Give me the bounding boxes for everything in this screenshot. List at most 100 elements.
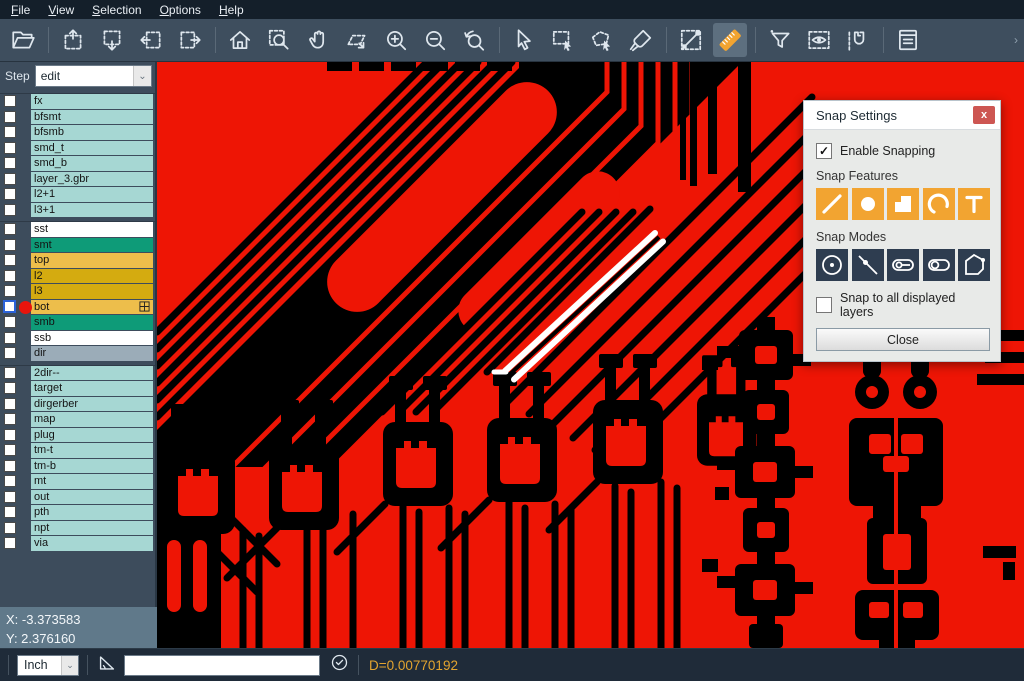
snap-pad-button[interactable] xyxy=(852,188,884,220)
drag-view-button[interactable] xyxy=(340,23,374,57)
layer-name[interactable]: layer_3.gbr xyxy=(31,172,153,187)
angle-mode-button[interactable] xyxy=(96,652,118,679)
select-polygon-button[interactable] xyxy=(585,23,619,57)
layer-visibility-checkbox[interactable] xyxy=(4,413,16,425)
layer-name[interactable]: l2+1 xyxy=(31,187,153,202)
layer-visibility-checkbox[interactable] xyxy=(4,475,16,487)
ruler-button[interactable] xyxy=(713,23,747,57)
layer-name[interactable]: map xyxy=(31,412,153,427)
layer-visibility-checkbox[interactable] xyxy=(4,285,16,297)
snap-surface-button[interactable] xyxy=(887,188,919,220)
layer-visibility-checkbox[interactable] xyxy=(4,506,16,518)
zoom-previous-button[interactable] xyxy=(457,23,491,57)
layer-name[interactable]: dir xyxy=(31,346,153,361)
select-cursor-button[interactable] xyxy=(507,23,541,57)
snap-all-layers-checkbox[interactable] xyxy=(816,297,832,313)
layer-visibility-checkbox[interactable] xyxy=(4,173,16,185)
layer-name[interactable]: mt xyxy=(31,474,153,489)
layer-name[interactable]: smd_t xyxy=(31,141,153,156)
layer-visibility-checkbox[interactable] xyxy=(4,142,16,154)
unit-select[interactable]: Inch ⌄ xyxy=(17,655,79,676)
layer-visibility-checkbox[interactable] xyxy=(4,332,16,344)
layer-visibility-checkbox[interactable] xyxy=(4,95,16,107)
layer-visibility-checkbox[interactable] xyxy=(4,111,16,123)
menu-options[interactable]: Options xyxy=(151,2,210,18)
menu-help[interactable]: Help xyxy=(210,2,253,18)
layer-name[interactable]: pth xyxy=(31,505,153,520)
layer-name[interactable]: l3+1 xyxy=(31,203,153,218)
snap-nearest-button[interactable] xyxy=(852,249,884,281)
layer-name[interactable]: fx xyxy=(31,94,153,109)
layer-name[interactable]: smt xyxy=(31,238,153,253)
layer-name[interactable]: via xyxy=(31,536,153,551)
snap-slot-left-button[interactable] xyxy=(923,249,955,281)
layer-visibility-checkbox[interactable] xyxy=(4,367,16,379)
layer-name[interactable]: ssb xyxy=(31,331,153,346)
layer-name[interactable]: 2dir-- xyxy=(31,366,153,381)
layer-visibility-checkbox[interactable] xyxy=(4,188,16,200)
snap-line-button[interactable] xyxy=(816,188,848,220)
layer-name[interactable]: tm-t xyxy=(31,443,153,458)
toolbar-overflow-chevron[interactable]: › xyxy=(1014,33,1024,47)
layer-visibility-checkbox[interactable] xyxy=(4,316,16,328)
layer-name[interactable]: tm-b xyxy=(31,459,153,474)
layer-visibility-checkbox[interactable] xyxy=(4,382,16,394)
layer-name[interactable]: bot xyxy=(31,300,153,315)
layer-visibility-checkbox[interactable] xyxy=(4,126,16,138)
menu-selection[interactable]: Selection xyxy=(83,2,150,18)
layer-name[interactable]: bfsmb xyxy=(31,125,153,140)
select-rectangle-button[interactable] xyxy=(546,23,580,57)
open-project-button[interactable] xyxy=(6,23,40,57)
zoom-home-button[interactable] xyxy=(223,23,257,57)
layer-visibility-checkbox[interactable] xyxy=(4,157,16,169)
enable-snapping-checkbox[interactable]: ✓ xyxy=(816,143,832,159)
grid-icon[interactable] xyxy=(139,301,150,312)
layer-name[interactable]: npt xyxy=(31,521,153,536)
scroll-down-button[interactable] xyxy=(95,23,129,57)
layer-visibility-checkbox[interactable] xyxy=(4,398,16,410)
dialog-close-x-button[interactable]: x xyxy=(973,106,995,124)
layer-visibility-checkbox[interactable] xyxy=(4,491,16,503)
step-select[interactable]: edit ⌄ xyxy=(35,65,152,87)
sync-button[interactable] xyxy=(329,652,350,678)
scroll-up-button[interactable] xyxy=(56,23,90,57)
menu-view[interactable]: View xyxy=(39,2,83,18)
layer-name[interactable]: target xyxy=(31,381,153,396)
layer-name[interactable]: l2 xyxy=(31,269,153,284)
layer-visibility-checkbox[interactable] xyxy=(4,444,16,456)
clean-tool-button[interactable] xyxy=(624,23,658,57)
layer-name[interactable]: sst xyxy=(31,222,153,237)
snap-arc-button[interactable] xyxy=(923,188,955,220)
layer-name[interactable]: smd_b xyxy=(31,156,153,171)
zoom-window-button[interactable] xyxy=(262,23,296,57)
measure-input[interactable] xyxy=(124,655,320,676)
filter-button[interactable] xyxy=(763,23,797,57)
layer-visibility-checkbox[interactable] xyxy=(4,204,16,216)
layer-visibility-checkbox[interactable] xyxy=(4,522,16,534)
layer-visibility-checkbox[interactable] xyxy=(4,239,16,251)
layer-visibility-checkbox[interactable] xyxy=(3,300,16,313)
layer-visibility-checkbox[interactable] xyxy=(4,270,16,282)
snap-center-button[interactable] xyxy=(816,249,848,281)
dialog-close-button[interactable]: Close xyxy=(816,328,990,351)
scroll-left-button[interactable] xyxy=(134,23,168,57)
layer-visibility-checkbox[interactable] xyxy=(4,347,16,359)
snap-text-button[interactable] xyxy=(958,188,990,220)
layer-visibility-checkbox[interactable] xyxy=(4,254,16,266)
layer-name[interactable]: bfsmt xyxy=(31,110,153,125)
scroll-right-button[interactable] xyxy=(173,23,207,57)
snap-button[interactable] xyxy=(841,23,875,57)
layer-visibility-checkbox[interactable] xyxy=(4,429,16,441)
menu-file[interactable]: File xyxy=(2,2,39,18)
layer-name[interactable]: l3 xyxy=(31,284,153,299)
layer-name[interactable]: dirgerber xyxy=(31,397,153,412)
layer-visibility-checkbox[interactable] xyxy=(4,223,16,235)
dialog-title-bar[interactable]: Snap Settings x xyxy=(804,101,1000,130)
layer-panel-button[interactable] xyxy=(891,23,925,57)
layer-name[interactable]: top xyxy=(31,253,153,268)
view-options-button[interactable] xyxy=(802,23,836,57)
layer-visibility-checkbox[interactable] xyxy=(4,460,16,472)
snap-contour-button[interactable] xyxy=(958,249,990,281)
layer-name[interactable]: out xyxy=(31,490,153,505)
measure-line-button[interactable] xyxy=(674,23,708,57)
